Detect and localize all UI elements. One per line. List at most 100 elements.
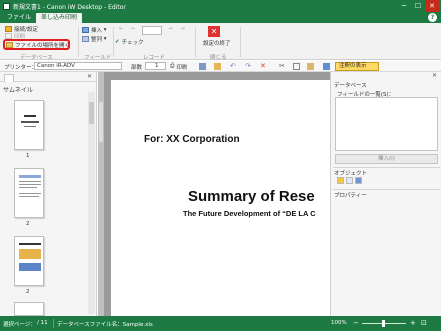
- redo-icon[interactable]: ↷: [245, 63, 252, 70]
- objects-label: オブジェクト: [334, 171, 368, 177]
- last-record-icon: ⇥: [180, 26, 185, 32]
- close-settings-label: 設定の終了: [203, 41, 231, 47]
- database-label: データベース: [334, 83, 367, 89]
- text-object-icon[interactable]: [337, 177, 344, 184]
- scrollbar-thumb[interactable]: [89, 102, 94, 124]
- window-controls: ─ ☐ ✕: [397, 0, 439, 12]
- app-icon: [3, 2, 10, 10]
- group-separator: [240, 27, 241, 57]
- thumb-text: [19, 184, 41, 185]
- arrange-label: 整列: [91, 37, 103, 43]
- thumbnail-pane-label: サムネイル: [3, 87, 33, 94]
- thumb-text: [19, 187, 37, 188]
- page-thumbnail[interactable]: [14, 100, 44, 150]
- thumbnail-tab[interactable]: [4, 74, 14, 82]
- group-separator: [78, 27, 79, 57]
- close-settings-button[interactable]: 設定の終了: [203, 39, 231, 47]
- first-record-button[interactable]: ⇤: [119, 26, 124, 32]
- close-icon[interactable]: ✕: [432, 72, 437, 79]
- ribbon: 接続/設定 印刷 ファイルの場所を開く データベース 挿入 ▾ 整列 ▾ フィー…: [0, 23, 441, 61]
- maximize-button[interactable]: ☐: [411, 0, 425, 12]
- page-thumbnail[interactable]: [14, 168, 44, 218]
- cut-icon[interactable]: ✂: [279, 63, 286, 70]
- layout-icon[interactable]: [323, 63, 330, 70]
- last-record-button[interactable]: ⇥: [180, 26, 185, 32]
- print-toolbar-button[interactable]: ⎙ 印刷: [170, 62, 187, 71]
- image-object-icon[interactable]: [346, 177, 353, 184]
- document-company: For: XX Corporation: [144, 134, 240, 145]
- window-title: 新規文書1 - Canon iW Desktop - Editor: [13, 3, 126, 11]
- check-button[interactable]: ✔ チェック: [115, 38, 144, 46]
- thumbnail-number: 1: [26, 153, 30, 159]
- selected-page-label: 選択ページ：: [3, 322, 36, 328]
- thumb-chart: [19, 263, 41, 271]
- field-list[interactable]: [335, 97, 438, 151]
- copies-label: 部数: [131, 64, 143, 71]
- document-subtitle: The Future Development of “DE LA C: [183, 209, 316, 218]
- zoom-out-icon[interactable]: −: [353, 319, 359, 327]
- paste-icon[interactable]: [307, 63, 314, 70]
- close-settings-icon[interactable]: ✕: [208, 26, 220, 37]
- thumb-heading: [19, 175, 41, 178]
- thumbnail-pane: ✕ サムネイル 1 2 2: [0, 72, 97, 316]
- title-bar: 新規文書1 - Canon iW Desktop - Editor ─ ☐ ✕: [0, 0, 441, 12]
- thumbnail-number: 2: [26, 221, 30, 227]
- edit-icon[interactable]: [214, 63, 221, 70]
- arrange-button[interactable]: 整列 ▾: [82, 35, 107, 43]
- undo-icon[interactable]: ↶: [230, 63, 237, 70]
- print-toolbar-label: 印刷: [176, 64, 188, 71]
- copies-input[interactable]: 1: [145, 62, 166, 70]
- record-number-input[interactable]: [142, 26, 162, 35]
- properties-label: プロパティー: [334, 193, 367, 199]
- divider: [53, 319, 54, 328]
- divider: [333, 167, 440, 168]
- divider: [333, 189, 440, 190]
- insert-field-icon: [82, 27, 89, 33]
- page-thumbnail[interactable]: [14, 236, 44, 286]
- tab-mail-merge[interactable]: 差し込み印刷: [36, 13, 83, 23]
- highlight-annotation: [3, 39, 70, 50]
- printer-value: Canon iR-ADV: [37, 63, 75, 69]
- insert-field-button[interactable]: 挿入(I): [335, 154, 438, 164]
- printer-select[interactable]: Canon iR-ADV: [34, 62, 122, 70]
- chevron-down-icon: ▾: [102, 36, 107, 42]
- print-toolbar: プリンター： Canon iR-ADV 部数 1 ⎙ 印刷 ↶ ↷ ✕ ✂ 注釈…: [0, 61, 441, 72]
- copy-icon[interactable]: [293, 63, 300, 70]
- printer-label: プリンター：: [4, 64, 38, 71]
- group-label-close: 閉じる: [210, 55, 227, 61]
- arrange-icon: [82, 36, 89, 42]
- show-annotations-button[interactable]: 注釈の表示: [335, 62, 379, 71]
- chevron-down-icon: ▾: [102, 27, 107, 33]
- document-page[interactable]: For: XX Corporation Summary of Rese The …: [111, 80, 330, 316]
- thumb-text: [19, 181, 41, 182]
- thumb-text: [21, 121, 39, 123]
- scrollbar-thumb[interactable]: [99, 102, 103, 142]
- check-label: チェック: [121, 40, 144, 46]
- printer-icon: ⎙: [170, 63, 175, 69]
- field-object-icon[interactable]: [355, 177, 362, 184]
- zoom-in-icon[interactable]: +: [410, 319, 416, 327]
- object-icons: [337, 177, 364, 184]
- vertical-scrollbar[interactable]: [98, 72, 104, 316]
- tab-file[interactable]: ファイル: [2, 12, 36, 23]
- database-pane: ✕ データベース フィールドの一覧(S)： 挿入(I) オブジェクト プロパティ…: [330, 72, 441, 316]
- thumbnail-scrollbar[interactable]: [88, 92, 95, 314]
- prev-record-button[interactable]: ←: [131, 26, 136, 32]
- help-icon[interactable]: ?: [428, 13, 437, 22]
- thumb-text: [24, 126, 36, 127]
- show-annotations-label: 注釈の表示: [339, 63, 367, 69]
- close-icon[interactable]: ✕: [87, 73, 92, 80]
- minimize-button[interactable]: ─: [397, 0, 411, 12]
- thumb-heading: [19, 243, 41, 245]
- close-button[interactable]: ✕: [425, 0, 439, 12]
- group-separator: [195, 27, 196, 57]
- fit-page-icon[interactable]: ⊡: [421, 319, 427, 327]
- zoom-slider-thumb[interactable]: [382, 320, 385, 327]
- insert-field-button[interactable]: 挿入 ▾: [82, 26, 107, 34]
- thumb-text: [19, 196, 39, 197]
- delete-icon[interactable]: ✕: [260, 63, 267, 70]
- page-setup-icon[interactable]: [199, 63, 206, 70]
- insert-field-label: 挿入: [91, 28, 103, 34]
- page-thumbnail[interactable]: [14, 302, 44, 316]
- next-record-button[interactable]: →: [168, 26, 173, 32]
